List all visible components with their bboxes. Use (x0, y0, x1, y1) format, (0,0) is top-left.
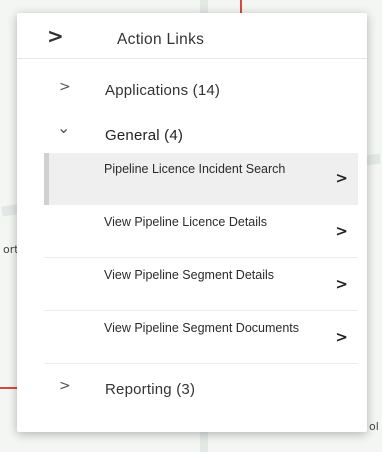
group-applications[interactable]: > Applications (14) (17, 70, 367, 110)
group-label: General (4) (105, 127, 184, 144)
link-label: Pipeline Licence Incident Search (104, 162, 286, 176)
panel-title: Action Links (117, 31, 205, 48)
panel-header: > Action Links (17, 13, 367, 59)
chevron-right-icon: > (335, 222, 348, 240)
chevron-right-icon: > (59, 378, 71, 394)
action-links-panel: > Action Links > Applications (14) ⌄ Gen… (17, 13, 367, 432)
link-pipeline-licence-incident-search[interactable]: Pipeline Licence Incident Search > (44, 153, 358, 205)
chevron-right-icon: > (59, 79, 71, 95)
group-label: Applications (14) (105, 82, 221, 99)
link-view-pipeline-licence-details[interactable]: View Pipeline Licence Details > (44, 206, 358, 258)
chevron-right-icon: > (335, 328, 348, 346)
chevron-right-icon: > (335, 275, 348, 293)
link-label: View Pipeline Segment Details (104, 268, 275, 282)
group-general[interactable]: ⌄ General (4) (17, 115, 367, 155)
map-red-line (0, 387, 18, 389)
link-label: View Pipeline Segment Documents (104, 321, 300, 335)
collapse-panel-icon[interactable]: > (47, 25, 69, 47)
chevron-right-icon: > (335, 169, 348, 187)
map-label: ol (369, 420, 379, 433)
group-label: Reporting (3) (105, 381, 196, 398)
link-view-pipeline-segment-documents[interactable]: View Pipeline Segment Documents > (44, 312, 358, 364)
group-reporting[interactable]: > Reporting (3) (17, 369, 367, 409)
link-view-pipeline-segment-details[interactable]: View Pipeline Segment Details > (44, 259, 358, 311)
link-label: View Pipeline Licence Details (104, 215, 268, 229)
map-red-line (240, 0, 242, 14)
chevron-down-icon: ⌄ (57, 118, 71, 137)
